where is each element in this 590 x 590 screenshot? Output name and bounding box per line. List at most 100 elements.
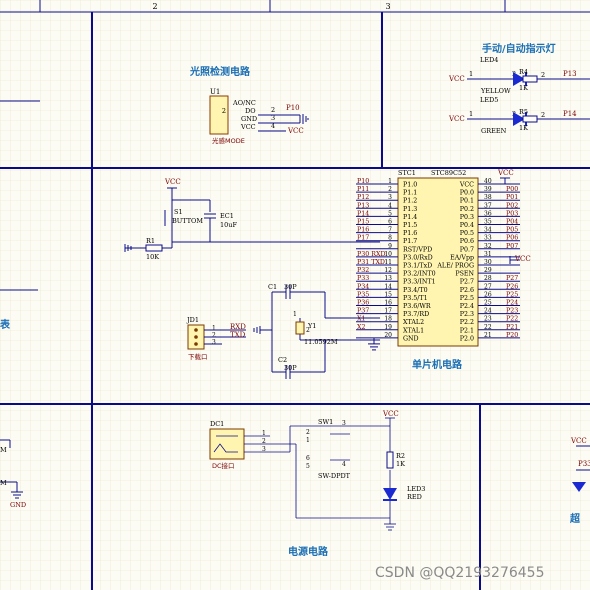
mcu-right-pin-number: 22 xyxy=(484,324,492,331)
c1-ref: C1 xyxy=(268,283,277,291)
mcu-right-pin-label: P0.5 xyxy=(460,230,474,237)
u1-vcc-label: VCC xyxy=(287,127,304,135)
mcu-left-pin-number: 9 xyxy=(388,243,392,250)
mcu-left-net-label: P16 xyxy=(357,227,369,234)
mcu-right-pin-number: 30 xyxy=(484,259,492,266)
mcu-left-pin-label: P1.2 xyxy=(403,198,417,205)
mcu-vcc-ea: VCC xyxy=(514,255,531,263)
mcu-right-pin-number: 24 xyxy=(484,308,492,315)
r5-pin: 2 xyxy=(541,111,545,119)
mcu-left-net-label: P34 xyxy=(357,283,369,290)
mcu-right-pin-label: VCC xyxy=(459,182,474,189)
mcu-left-pin-number: 20 xyxy=(384,332,392,339)
mcu-left-net-label: P32 xyxy=(357,267,369,274)
mcu-left-net-label: P33 xyxy=(357,275,369,282)
mcu-right-net-label: P02 xyxy=(506,202,518,209)
led3-ref: LED3 xyxy=(407,485,425,493)
r4-body xyxy=(522,75,538,83)
mcu-right-pin-number: 34 xyxy=(484,227,492,234)
mcu-right-pin-number: 37 xyxy=(484,202,492,209)
mcu-left-pin-label: RST/VPD xyxy=(403,246,432,253)
dc1-body xyxy=(209,428,245,460)
mcu-left-pin-number: 4 xyxy=(388,202,392,209)
r2-value: 1K xyxy=(396,460,405,468)
y1-value: 11.0592M xyxy=(304,338,338,346)
right-fragment-vcc: VCC xyxy=(570,437,587,445)
right-fragment-p33: P33 xyxy=(578,460,590,468)
mcu-left-net-label: P10 xyxy=(357,178,369,185)
jd1-ref: JD1 xyxy=(186,316,199,324)
u1-pin-num: 2 xyxy=(271,106,275,114)
mcu-right-pin-number: 28 xyxy=(484,275,492,282)
mcu-left-net-label: P17 xyxy=(357,235,369,242)
sw1-pin: 2 xyxy=(306,429,310,436)
mcu-left-net-label: P31 TXD xyxy=(357,259,385,266)
mcu-right-net-label: P24 xyxy=(506,300,518,307)
mcu-left-pin-label: P3.1/TxD xyxy=(403,263,432,270)
mcu-left-pin-number: 11 xyxy=(384,259,392,266)
mcu-right-pin-label: P2.3 xyxy=(460,311,474,318)
c2-ref: C2 xyxy=(278,356,287,364)
mcu-left-pin-label: P1.4 xyxy=(403,214,417,221)
jd1-pin: 3 xyxy=(212,339,216,346)
u1-pin-label: AO/NC xyxy=(232,99,256,107)
schematic-drawing: 2 3 光照检测电路 U1 2 AO/NC DO GND VCC 2 3 4 P… xyxy=(0,0,590,590)
mcu-right-net-label: P00 xyxy=(506,186,518,193)
mcu-right-pin-number: 39 xyxy=(484,186,492,193)
mcu-right-net-label: P07 xyxy=(506,243,518,250)
mcu-right-pin-label: P2.5 xyxy=(460,295,474,302)
led4-color: YELLOW xyxy=(480,87,511,95)
led5-vcc: VCC xyxy=(448,115,465,123)
mcu-right-pin-number: 33 xyxy=(484,235,492,242)
mcu-right-pin-label: P2.4 xyxy=(460,303,474,310)
r4-ref: R4 xyxy=(519,68,528,76)
frame-column-3: 3 xyxy=(385,2,390,11)
u1-pin-label: DO xyxy=(245,107,256,115)
mcu-right-net-label: P05 xyxy=(506,227,518,234)
watermark: CSDN @QQ2193276455 xyxy=(375,565,544,581)
mcu-right-pin-label: P0.3 xyxy=(460,214,474,221)
mcu-left-net-label: X2 xyxy=(357,324,366,331)
mcu-left-pin-number: 7 xyxy=(388,227,392,234)
jd1-txd: TXD xyxy=(230,331,246,339)
r5-value: 1K xyxy=(519,124,528,132)
mcu-left-net-label: P12 xyxy=(357,194,369,201)
mcu-part: STC89C52 xyxy=(431,169,466,177)
mcu-right-pin-number: 27 xyxy=(484,283,492,290)
mcu-left-pin-number: 15 xyxy=(384,291,392,298)
mcu-left-net-label: P35 xyxy=(357,291,369,298)
c1-value: 30P xyxy=(284,283,297,291)
mcu-title: 单片机电路 xyxy=(412,358,463,371)
dc1-caption: DC接口 xyxy=(212,461,235,470)
reset-vcc: VCC xyxy=(164,178,181,186)
jd1-caption: 下载口 xyxy=(188,352,208,361)
jd1-pin: 1 xyxy=(212,325,216,332)
mcu-left-pin-number: 12 xyxy=(384,267,392,274)
sw1-pin: 6 xyxy=(306,455,310,462)
mcu-left-net-label: P15 xyxy=(357,219,369,226)
mcu-left-pin-number: 18 xyxy=(384,316,392,323)
mcu-left-pin-label: P1.3 xyxy=(403,206,417,213)
r5-ref: R5 xyxy=(519,108,528,116)
mcu-right-pin-number: 31 xyxy=(484,251,492,258)
r5-body xyxy=(522,115,538,123)
mcu-left-net-label: P14 xyxy=(357,210,369,217)
mcu-left-pin-label: P3.3/INT1 xyxy=(403,279,436,286)
led-indicator-title: 手动/自动指示灯 xyxy=(482,42,556,55)
mcu-left-net-label: X1 xyxy=(357,316,366,323)
sw1-name: SW-DPDT xyxy=(318,472,351,480)
mcu-left-pin-number: 3 xyxy=(388,194,392,201)
r4-pin: 2 xyxy=(541,71,545,79)
sw1-pin: 4 xyxy=(342,461,346,468)
mcu-left-pin-number: 5 xyxy=(388,210,392,217)
u1-net-p10: P10 xyxy=(286,104,300,112)
mcu-right-pin-label: ALE/ PROG xyxy=(436,263,474,270)
mcu-right-pin-label: P0.6 xyxy=(460,238,474,245)
right-fragment-title: 超 xyxy=(569,512,581,525)
mcu-right-net-label: P03 xyxy=(506,210,518,217)
mcu-left-net-label: P30 RXD xyxy=(357,251,386,258)
light-sensor-title: 光照检测电路 xyxy=(189,65,251,78)
power-title: 电源电路 xyxy=(288,545,329,558)
mcu-right-net-label: P27 xyxy=(506,275,518,282)
mcu-left-pin-number: 1 xyxy=(388,178,392,185)
